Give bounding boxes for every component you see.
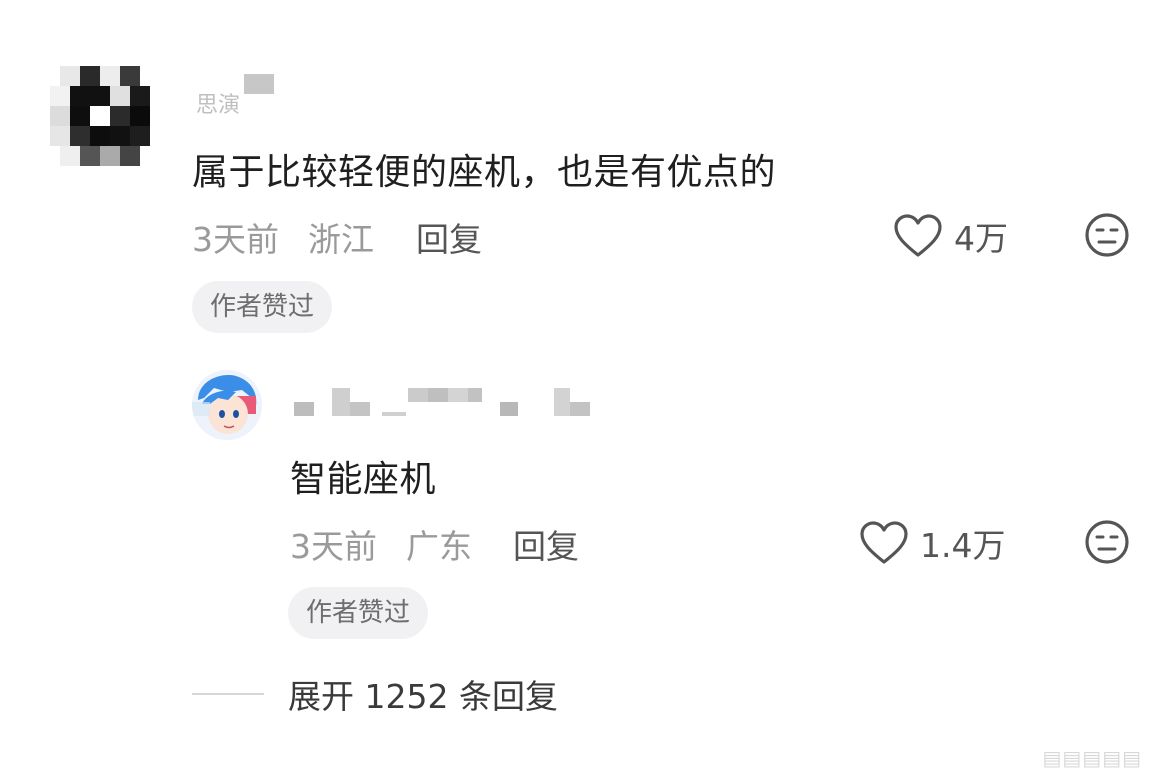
meh-face-icon: [1085, 520, 1129, 564]
reply-comment-text: 智能座机: [290, 459, 437, 500]
reply-username-blurred[interactable]: [294, 384, 594, 418]
main-username-blurred[interactable]: 思演: [196, 70, 286, 118]
main-username: 思演: [196, 93, 241, 118]
main-author-liked-badge: 作者赞过: [192, 281, 333, 333]
main-comment-time: 3天前: [192, 220, 279, 259]
reply-comment-location: 广东: [406, 527, 472, 566]
main-comment-location: 浙江: [308, 220, 374, 259]
meh-face-icon: [1085, 213, 1129, 257]
anime-avatar-icon: [192, 370, 262, 440]
heart-outline-icon: [894, 214, 942, 257]
expand-replies-button[interactable]: 展开 1252 条回复: [192, 670, 558, 718]
main-comment-text: 属于比较轻便的座机，也是有优点的: [192, 152, 777, 193]
reply-comment-time: 3天前: [290, 527, 377, 566]
reply-like-count: 1.4万: [920, 526, 1006, 565]
main-dislike-button[interactable]: [1084, 212, 1130, 262]
expand-replies-label: 展开 1252 条回复: [288, 677, 558, 716]
avatar-reply-commenter[interactable]: [192, 370, 262, 440]
watermark-decoration: ▤▤▤▤▤: [1042, 746, 1142, 770]
reply-like-button[interactable]: 1.4万: [860, 519, 1005, 567]
avatar-main-commenter[interactable]: [50, 66, 150, 166]
expand-divider-line: [192, 693, 264, 695]
reply-dislike-button[interactable]: [1084, 519, 1130, 569]
reply-author-liked-badge: 作者赞过: [288, 587, 429, 639]
main-like-count: 4万: [954, 219, 1008, 258]
reply-reply-button[interactable]: 回复: [513, 520, 579, 568]
heart-outline-icon: [860, 521, 908, 564]
main-reply-button[interactable]: 回复: [416, 213, 482, 261]
main-like-button[interactable]: 4万: [894, 212, 1008, 260]
